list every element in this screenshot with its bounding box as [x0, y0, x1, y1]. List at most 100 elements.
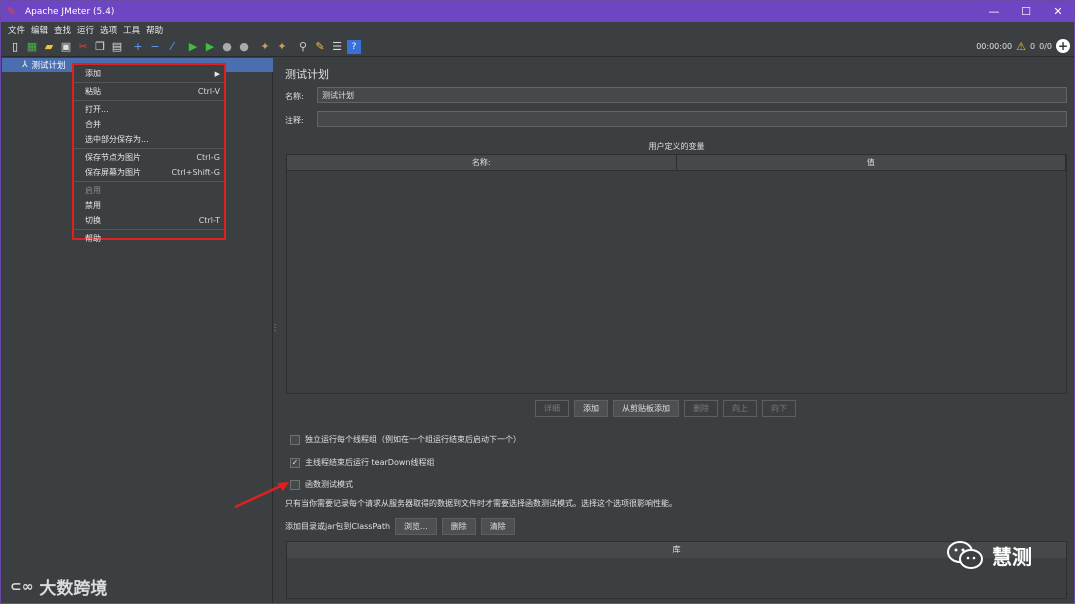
menu-bar: 文件 编辑 查找 运行 选项 工具 帮助: [1, 22, 1074, 37]
classpath-clear-button[interactable]: 清除: [480, 518, 515, 535]
menu-item-disable[interactable]: 禁用: [74, 198, 224, 213]
menu-item-label: 添加: [85, 69, 101, 78]
clear-all-icon[interactable]: ✦: [275, 40, 289, 54]
checkbox-label: 独立运行每个线程组（例如在一个组运行结束后启动下一个）: [305, 435, 521, 444]
start-icon[interactable]: ▶: [186, 40, 200, 54]
clear-icon[interactable]: ✦: [258, 40, 272, 54]
functional-test-mode-option[interactable]: 函数测试模式: [290, 479, 353, 490]
move-up-button[interactable]: 向上: [723, 400, 757, 417]
jmeter-window: ✎ Apache JMeter (5.4) — ☐ ✕ 文件 编辑 查找 运行 …: [0, 0, 1075, 604]
status-area: 00:00:00 ⚠ 0 0/0 +: [972, 39, 1070, 53]
teardown-on-shutdown-checkbox[interactable]: ✓: [290, 457, 300, 468]
elapsed-timer: 00:00:00: [976, 41, 1013, 51]
open-icon[interactable]: ▰: [42, 40, 56, 54]
user-variables-table[interactable]: 名称: 值: [286, 154, 1067, 394]
minimize-button[interactable]: —: [978, 1, 1010, 22]
menu-item-merge[interactable]: 合并: [74, 117, 224, 132]
jmeter-feather-icon: ✎: [7, 4, 17, 18]
submenu-arrow-icon: ▶: [214, 69, 220, 78]
maximize-button[interactable]: ☐: [1010, 1, 1042, 22]
column-header-value[interactable]: 值: [677, 155, 1066, 170]
add-from-clipboard-button[interactable]: 从剪贴板添加: [613, 400, 679, 417]
collapse-icon[interactable]: −: [148, 40, 162, 54]
start-no-pause-icon[interactable]: ▶: [203, 40, 217, 54]
menu-item-label: 帮助: [85, 234, 101, 243]
run-groups-consecutively-checkbox[interactable]: [290, 434, 300, 445]
shutdown-icon[interactable]: ●: [237, 40, 251, 54]
menu-item-add[interactable]: 添加 ▶: [74, 66, 224, 81]
menu-options[interactable]: 选项: [100, 24, 117, 36]
watermark-logo-icon: ⊂∞: [10, 578, 34, 595]
toggle-icon[interactable]: ⁄: [165, 40, 179, 54]
classpath-delete-button[interactable]: 删除: [441, 518, 476, 535]
move-down-button[interactable]: 向下: [762, 400, 796, 417]
reset-search-icon[interactable]: ✎: [313, 40, 327, 54]
menu-item-label: 选中部分保存为...: [85, 135, 149, 144]
title-bar: ✎ Apache JMeter (5.4) — ☐ ✕: [1, 1, 1074, 22]
close-button[interactable]: ✕: [1042, 1, 1074, 22]
checkbox-label: 函数测试模式: [305, 480, 353, 489]
watermark-right-text: 慧测: [992, 544, 1032, 569]
menu-item-save-selection[interactable]: 选中部分保存为...: [74, 132, 224, 147]
menu-item-paste[interactable]: 粘贴 Ctrl-V: [74, 84, 224, 99]
menu-item-enable[interactable]: 启用: [74, 183, 224, 198]
window-title: Apache JMeter (5.4): [25, 6, 115, 17]
watermark-left-text: 大数跨境: [39, 579, 108, 599]
test-plan-editor: 测试计划 名称: 测试计划 注释: 用户定义的变量 名称: 值 详细 添加 从剪…: [278, 58, 1074, 603]
menu-separator: [74, 148, 224, 149]
new-icon[interactable]: ▯: [8, 40, 22, 54]
menu-run[interactable]: 运行: [77, 24, 94, 36]
teardown-on-shutdown-option[interactable]: ✓ 主线程结束后运行 tearDown线程组: [290, 457, 434, 468]
menu-item-open[interactable]: 打开...: [74, 102, 224, 117]
add-button[interactable]: 添加: [574, 400, 608, 417]
cut-icon[interactable]: ✂: [76, 40, 90, 54]
name-field[interactable]: 测试计划: [317, 87, 1067, 103]
menu-item-label: 禁用: [85, 201, 101, 210]
delete-button[interactable]: 删除: [684, 400, 718, 417]
menu-item-label: 合并: [85, 120, 101, 129]
remote-plus-icon[interactable]: +: [1056, 39, 1070, 53]
detail-button[interactable]: 详细: [535, 400, 569, 417]
menu-item-save-screen-image[interactable]: 保存屏幕为图片 Ctrl+Shift-G: [74, 165, 224, 180]
templates-icon[interactable]: ▦: [25, 40, 39, 54]
menu-item-label: 切换: [85, 216, 101, 225]
toolbar: ▯ ▦ ▰ ▣ ✂ ❐ ▤ + − ⁄ ▶ ▶ ● ● ✦ ✦ ⚲ ✎ ☰ ? …: [1, 37, 1074, 57]
menu-item-help[interactable]: 帮助: [74, 231, 224, 246]
variables-button-row: 详细 添加 从剪贴板添加 删除 向上 向下: [535, 400, 801, 417]
menu-item-save-node-image[interactable]: 保存节点为图片 Ctrl-G: [74, 150, 224, 165]
menu-item-toggle[interactable]: 切换 Ctrl-T: [74, 213, 224, 228]
run-groups-consecutively-option[interactable]: 独立运行每个线程组（例如在一个组运行结束后启动下一个）: [290, 434, 521, 445]
splitter-grip-icon: · · ·: [274, 321, 277, 335]
annotation-arrow-icon: [234, 482, 289, 509]
function-helper-icon[interactable]: ☰: [330, 40, 344, 54]
expand-icon[interactable]: +: [131, 40, 145, 54]
paste-icon[interactable]: ▤: [110, 40, 124, 54]
menu-separator: [74, 181, 224, 182]
classpath-row: 添加目录或jar包到ClassPath 浏览... 删除 清除: [285, 518, 515, 535]
comment-field[interactable]: [317, 111, 1067, 127]
menu-item-shortcut: Ctrl-T: [198, 216, 220, 225]
save-icon[interactable]: ▣: [59, 40, 73, 54]
context-menu: 添加 ▶ 粘贴 Ctrl-V 打开... 合并 选中部分保存为... 保存节点为…: [72, 63, 226, 243]
copy-icon[interactable]: ❐: [93, 40, 107, 54]
search-icon[interactable]: ⚲: [296, 40, 310, 54]
column-header-name[interactable]: 名称:: [287, 155, 677, 170]
help-icon[interactable]: ?: [347, 39, 361, 54]
menu-separator: [74, 82, 224, 83]
tree-node-label: 测试计划: [31, 61, 66, 71]
menu-item-label: 启用: [85, 186, 101, 195]
menu-search[interactable]: 查找: [54, 24, 71, 36]
stop-icon[interactable]: ●: [220, 40, 234, 54]
classpath-label: 添加目录或jar包到ClassPath: [285, 522, 391, 531]
menu-help[interactable]: 帮助: [146, 24, 163, 36]
page-title: 测试计划: [285, 68, 329, 81]
menu-tools[interactable]: 工具: [123, 24, 140, 36]
browse-button[interactable]: 浏览...: [395, 518, 437, 535]
menu-item-shortcut: Ctrl-G: [196, 153, 220, 162]
warning-count: 0: [1030, 41, 1036, 51]
menu-file[interactable]: 文件: [8, 24, 25, 36]
warning-icon[interactable]: ⚠: [1016, 40, 1026, 53]
menu-edit[interactable]: 编辑: [31, 24, 48, 36]
variables-caption: 用户定义的变量: [648, 142, 705, 151]
window-controls: — ☐ ✕: [978, 1, 1074, 22]
